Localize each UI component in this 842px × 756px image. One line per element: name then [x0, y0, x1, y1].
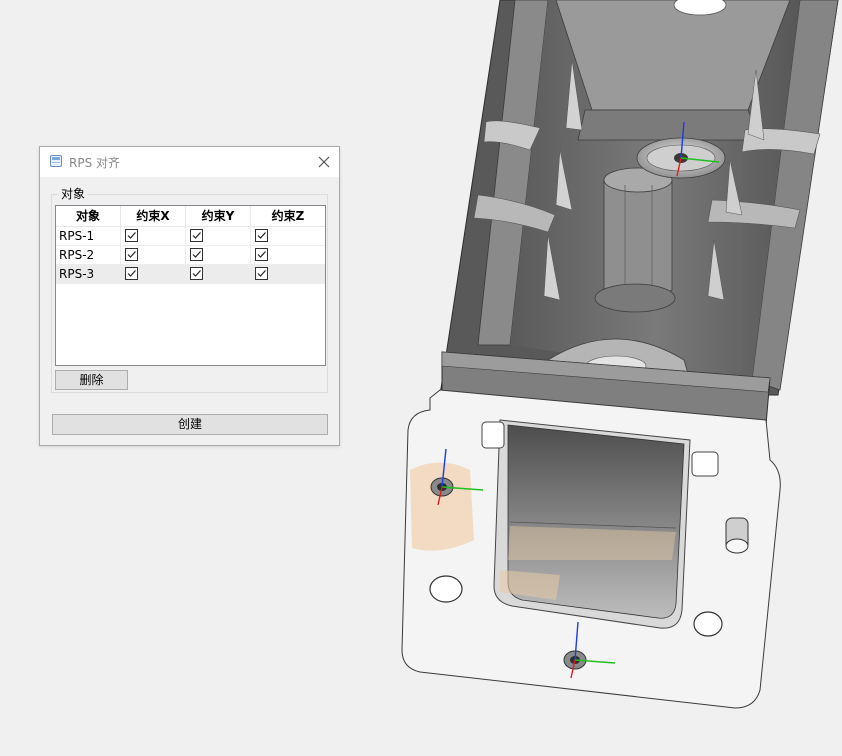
check-icon [127, 251, 136, 258]
check-icon [127, 232, 136, 239]
objects-group-label: 对象 [59, 187, 88, 201]
create-button[interactable]: 创建 [52, 414, 328, 435]
constraint-y-checkbox[interactable] [190, 267, 203, 280]
rps-name-cell: RPS-1 [56, 227, 121, 245]
check-icon [257, 232, 266, 239]
mounting-flange [401, 389, 781, 709]
constraint-y-checkbox[interactable] [190, 248, 203, 261]
rps-name-cell: RPS-2 [56, 246, 121, 264]
column-header-constraint-y[interactable]: 约束Y [186, 206, 251, 226]
constraint-x-checkbox[interactable] [125, 248, 138, 261]
rps-align-dialog: RPS 对齐 对象 对象 约束X 约束Y 约束Z RPS-1 RPS-2 RPS… [39, 146, 340, 446]
check-icon [257, 251, 266, 258]
rps-name-cell: RPS-3 [56, 265, 121, 283]
table-row[interactable]: RPS-1 [56, 227, 325, 246]
dialog-title: RPS 对齐 [69, 156, 121, 170]
close-icon[interactable] [315, 153, 333, 171]
check-icon [192, 251, 201, 258]
constraint-z-checkbox[interactable] [255, 229, 268, 242]
rps-app-icon [49, 154, 63, 168]
constraint-x-checkbox[interactable] [125, 267, 138, 280]
column-header-object[interactable]: 对象 [56, 206, 121, 226]
check-icon [257, 270, 266, 277]
constraint-x-checkbox[interactable] [125, 229, 138, 242]
table-row[interactable]: RPS-2 [56, 246, 325, 265]
channel-body [439, 0, 839, 426]
table-header: 对象 约束X 约束Y 约束Z [56, 206, 325, 227]
objects-group: 对象 对象 约束X 约束Y 约束Z RPS-1 RPS-2 RPS-3 删除 [51, 187, 328, 393]
delete-button[interactable]: 删除 [55, 370, 128, 390]
constraint-y-checkbox[interactable] [190, 229, 203, 242]
check-icon [192, 270, 201, 277]
check-icon [127, 270, 136, 277]
check-icon [192, 232, 201, 239]
constraint-z-checkbox[interactable] [255, 267, 268, 280]
rps-table[interactable]: 对象 约束X 约束Y 约束Z RPS-1 RPS-2 RPS-3 [55, 205, 326, 366]
dialog-title-bar[interactable]: RPS 对齐 [40, 147, 339, 177]
table-row[interactable]: RPS-3 [56, 265, 325, 284]
column-header-constraint-z[interactable]: 约束Z [251, 206, 325, 226]
column-header-constraint-x[interactable]: 约束X [121, 206, 186, 226]
constraint-z-checkbox[interactable] [255, 248, 268, 261]
